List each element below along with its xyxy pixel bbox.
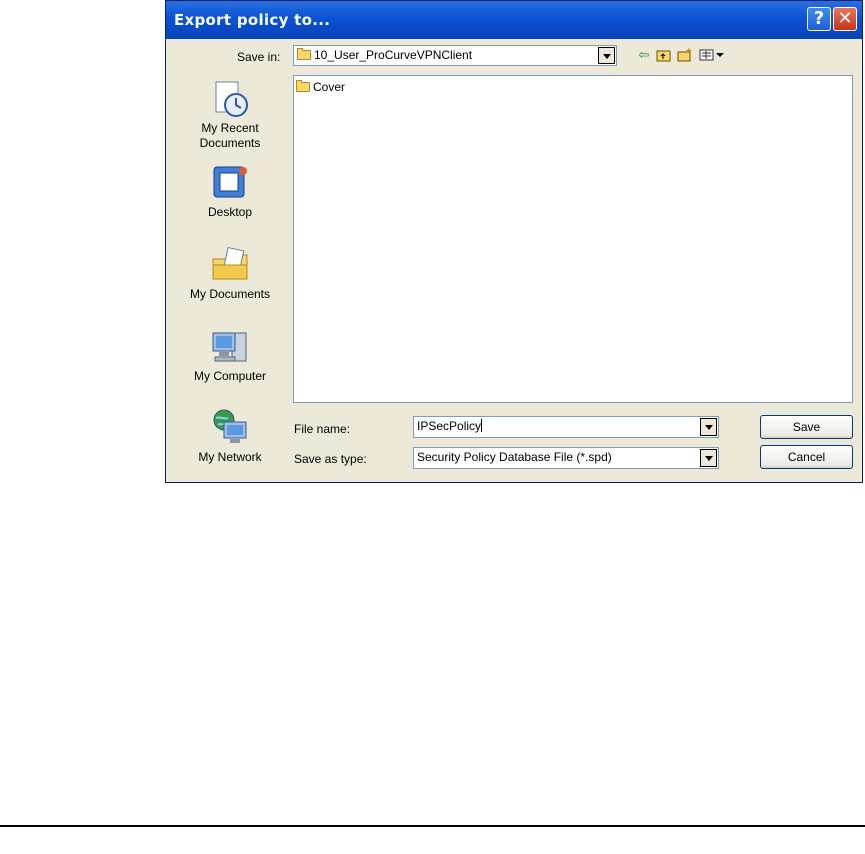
save-in-value: 10_User_ProCurveVPNClient — [314, 48, 473, 62]
folder-icon — [297, 48, 311, 60]
chevron-down-icon[interactable] — [700, 418, 717, 436]
recent-documents-icon — [210, 79, 250, 119]
file-list[interactable]: Cover — [293, 75, 853, 403]
cancel-button[interactable]: Cancel — [760, 445, 853, 469]
place-my-computer[interactable]: My Computer — [182, 327, 278, 384]
chevron-down-icon — [700, 449, 717, 467]
chevron-down-icon — [598, 47, 615, 64]
up-folder-icon[interactable] — [656, 47, 672, 63]
save-button[interactable]: Save — [760, 415, 853, 439]
save-as-type-dropdown[interactable]: Security Policy Database File (*.spd) — [413, 447, 719, 469]
views-menu-icon[interactable] — [699, 47, 727, 63]
file-item-name: Cover — [313, 80, 346, 94]
place-my-network[interactable]: My Network — [182, 408, 278, 465]
back-arrow-icon[interactable]: ⇦ — [636, 47, 652, 63]
save-in-dropdown[interactable]: 10_User_ProCurveVPNClient — [293, 45, 617, 66]
save-as-type-value: Security Policy Database File (*.spd) — [417, 450, 612, 464]
dialog-title: Export policy to... — [174, 11, 331, 29]
my-documents-icon — [210, 245, 250, 285]
text-cursor — [481, 419, 483, 432]
file-name-label: File name: — [294, 422, 351, 436]
save-as-type-label: Save as type: — [294, 452, 367, 466]
desktop-icon — [210, 163, 250, 203]
file-name-field[interactable]: IPSecPolicy — [413, 416, 719, 438]
page-footer-rule — [0, 825, 865, 827]
file-name-value: IPSecPolicy — [417, 419, 482, 433]
place-desktop[interactable]: Desktop — [182, 163, 278, 220]
help-button[interactable]: ? — [807, 7, 831, 31]
new-folder-icon[interactable] — [677, 47, 693, 63]
places-bar: My Recent Documents Desktop My Documents… — [182, 73, 278, 473]
save-in-label: Save in: — [237, 50, 281, 64]
place-recent-documents[interactable]: My Recent Documents — [182, 79, 278, 151]
folder-icon — [296, 80, 310, 92]
my-network-icon — [210, 408, 250, 448]
title-bar[interactable]: Export policy to... ? ✕ — [166, 1, 862, 39]
list-item[interactable]: Cover — [296, 80, 345, 94]
export-policy-dialog: Export policy to... ? ✕ Save in: 10_User… — [165, 0, 863, 483]
my-computer-icon — [210, 327, 250, 367]
close-button[interactable]: ✕ — [833, 7, 857, 31]
place-my-documents[interactable]: My Documents — [182, 245, 278, 302]
